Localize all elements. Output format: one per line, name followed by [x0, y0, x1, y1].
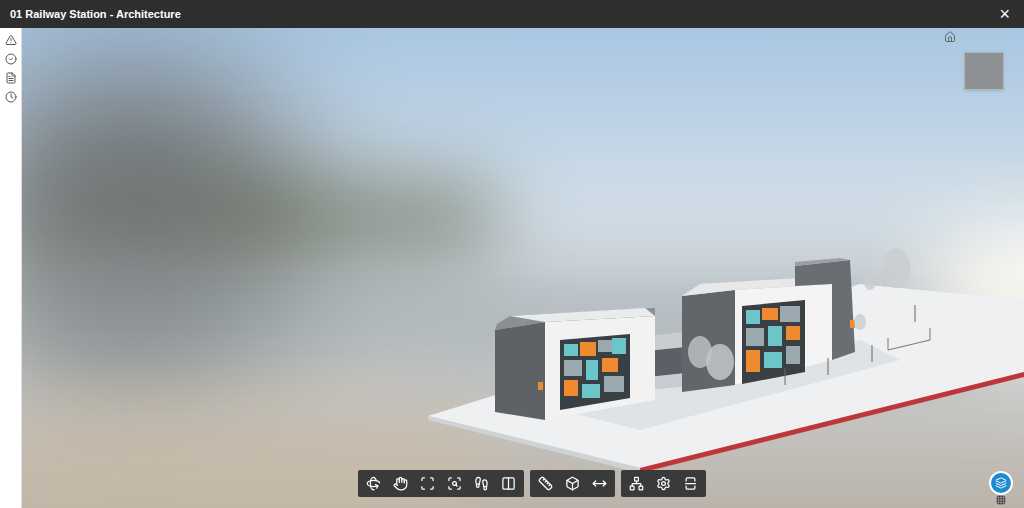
explode-button[interactable] — [559, 470, 586, 497]
title-bar: 01 Railway Station - Architecture × — [0, 0, 1024, 28]
distance-icon — [592, 476, 607, 491]
model-browser-button[interactable] — [623, 470, 650, 497]
issues-icon[interactable] — [5, 34, 17, 46]
pan-icon — [393, 476, 408, 491]
close-button[interactable]: × — [995, 5, 1014, 23]
grid-icon[interactable] — [996, 495, 1006, 505]
documents-icon[interactable] — [5, 72, 17, 84]
viewport[interactable] — [22, 28, 1024, 508]
left-sidebar — [0, 28, 22, 508]
distance-button[interactable] — [586, 470, 613, 497]
fit-icon — [420, 476, 435, 491]
gear-icon — [656, 476, 671, 491]
layers-button[interactable] — [989, 471, 1013, 495]
view-cube[interactable] — [964, 52, 1004, 90]
zoom-icon — [447, 476, 462, 491]
pan-button[interactable] — [387, 470, 414, 497]
fullscreen-button[interactable] — [677, 470, 704, 497]
checklist-icon[interactable] — [5, 53, 17, 65]
layers-icon — [995, 477, 1007, 489]
ruler-icon — [538, 476, 553, 491]
orbit-icon — [366, 476, 381, 491]
measure-button[interactable] — [532, 470, 559, 497]
window-title: 01 Railway Station - Architecture — [10, 6, 181, 23]
footprints-icon — [474, 476, 489, 491]
settings-button[interactable] — [650, 470, 677, 497]
section-button[interactable] — [495, 470, 522, 497]
zoom-button[interactable] — [441, 470, 468, 497]
home-icon[interactable] — [944, 31, 956, 43]
compare-icon — [683, 476, 698, 491]
toolbar — [358, 470, 706, 497]
building-model[interactable] — [22, 28, 1024, 508]
tree-icon — [629, 476, 644, 491]
section-icon — [501, 476, 516, 491]
walk-button[interactable] — [468, 470, 495, 497]
fit-button[interactable] — [414, 470, 441, 497]
box-icon — [565, 476, 580, 491]
history-icon[interactable] — [5, 91, 17, 103]
viewer-app: 01 Railway Station - Architecture × — [0, 0, 1024, 508]
orbit-button[interactable] — [360, 470, 387, 497]
